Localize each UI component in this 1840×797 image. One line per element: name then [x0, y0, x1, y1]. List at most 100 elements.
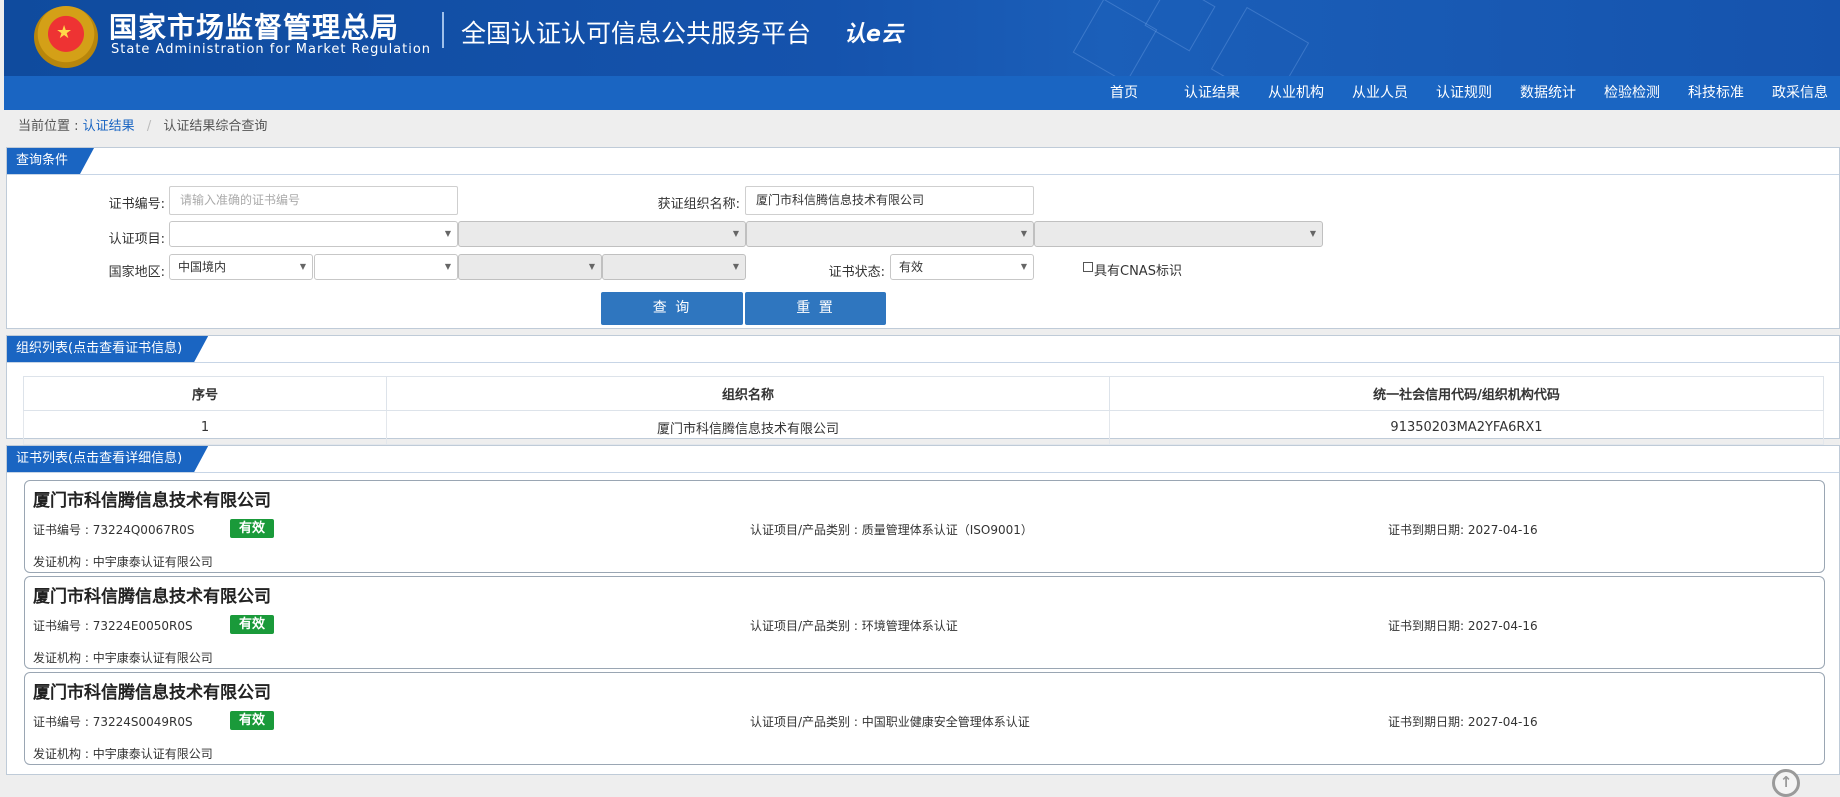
- cert-no-prefix: 证书编号 :: [33, 715, 89, 729]
- cert-no-value: 73224E0050R0S: [92, 619, 193, 633]
- nav-statistics[interactable]: 数据统计: [1506, 76, 1590, 110]
- query-button[interactable]: 查 询: [601, 292, 743, 325]
- column-header-credit-code: 统一社会信用代码/组织机构代码: [1109, 376, 1824, 411]
- nav-procurement[interactable]: 政采信息: [1758, 76, 1840, 110]
- org-name-label: 获证组织名称:: [657, 197, 740, 212]
- cert-expiry-prefix: 证书到期日期:: [1388, 715, 1465, 729]
- nav-standards[interactable]: 科技标准: [1674, 76, 1758, 110]
- arrow-up-circle-icon[interactable]: ↑: [1772, 769, 1800, 797]
- nav-home[interactable]: 首页: [1096, 76, 1170, 110]
- cert-category-value: 质量管理体系认证（ISO9001）: [861, 523, 1033, 537]
- cert-project-label: 认证项目:: [108, 232, 165, 247]
- cert-expiry-value: 2027-04-16: [1467, 523, 1538, 537]
- nav-list: 首页 认证结果 从业机构 从业人员 认证规则 数据统计 检验检测 科技标准 政采…: [1096, 76, 1840, 110]
- chevron-down-icon: ▼: [732, 262, 739, 271]
- cert-card[interactable]: 厦门市科信腾信息技术有限公司 证书编号 : 73224S0049R0S 有效 认…: [24, 672, 1825, 765]
- column-header-index: 序号: [23, 376, 387, 411]
- cert-category-prefix: 认证项目/产品类别 :: [750, 715, 858, 729]
- cert-no-input[interactable]: 请输入准确的证书编号: [169, 186, 458, 215]
- chevron-down-icon: ▼: [1020, 262, 1027, 271]
- cert-expiry-value: 2027-04-16: [1467, 715, 1538, 729]
- cnas-checkbox[interactable]: [1083, 262, 1093, 272]
- region-select-province[interactable]: ▼: [314, 254, 458, 280]
- cert-no-prefix: 证书编号 :: [33, 619, 89, 633]
- cert-issuer-value: 中宇康泰认证有限公司: [92, 747, 213, 761]
- cloud-logo: 认e云: [844, 22, 903, 47]
- status-badge: 有效: [230, 711, 274, 730]
- cert-project-select-2[interactable]: ▼: [458, 221, 746, 247]
- region-select-value: 中国境内: [178, 260, 227, 274]
- cert-status-value: 有效: [899, 260, 924, 274]
- cert-issuer: 发证机构 : 中宇康泰认证有限公司: [33, 649, 213, 666]
- platform-title: 全国认证认可信息公共服务平台: [461, 19, 812, 48]
- cert-issuer: 发证机构 : 中宇康泰认证有限公司: [33, 745, 213, 762]
- cert-category: 认证项目/产品类别 : 环境管理体系认证: [750, 617, 958, 634]
- cert-issuer-prefix: 发证机构 :: [33, 555, 89, 569]
- national-emblem-icon: ★: [34, 6, 98, 68]
- cert-card[interactable]: 厦门市科信腾信息技术有限公司 证书编号 : 73224E0050R0S 有效 认…: [24, 576, 1825, 669]
- org-name-input[interactable]: 厦门市科信腾信息技术有限公司: [745, 186, 1034, 215]
- nav-practitioners[interactable]: 从业人员: [1338, 76, 1422, 110]
- agency-name-cn: 国家市场监督管理总局: [109, 11, 400, 44]
- cert-expiry: 证书到期日期: 2027-04-16: [1388, 713, 1538, 730]
- cert-category-prefix: 认证项目/产品类别 :: [750, 619, 858, 633]
- cert-project-select-3[interactable]: ▼: [746, 221, 1034, 247]
- reset-button[interactable]: 重 置: [745, 292, 886, 325]
- cert-expiry-prefix: 证书到期日期:: [1388, 523, 1465, 537]
- cert-project-select-1[interactable]: ▼: [169, 221, 458, 247]
- org-table-header-row: 序号 组织名称 统一社会信用代码/组织机构代码: [23, 376, 1824, 411]
- query-panel-header: 查询条件: [7, 148, 1839, 175]
- column-header-org-name: 组织名称: [386, 376, 1110, 411]
- breadcrumb-link-cert-results[interactable]: 认证结果: [83, 119, 135, 134]
- breadcrumb-prefix: 当前位置 :: [18, 119, 79, 134]
- chevron-down-icon: ▼: [1309, 229, 1316, 238]
- cert-category: 认证项目/产品类别 : 中国职业健康安全管理体系认证: [750, 713, 1030, 730]
- cert-no-value: 73224Q0067R0S: [92, 523, 195, 537]
- main-nav: 首页 认证结果 从业机构 从业人员 认证规则 数据统计 检验检测 科技标准 政采…: [4, 76, 1840, 110]
- cert-category-prefix: 认证项目/产品类别 :: [750, 523, 858, 537]
- cert-no: 证书编号 : 73224E0050R0S: [33, 617, 193, 634]
- org-list-panel: 组织列表(点击查看证书信息) 序号 组织名称 统一社会信用代码/组织机构代码 1…: [6, 335, 1840, 445]
- cert-org-name: 厦门市科信腾信息技术有限公司: [33, 683, 271, 703]
- cert-expiry-value: 2027-04-16: [1467, 619, 1538, 633]
- cert-list-tab: 证书列表(点击查看详细信息): [7, 446, 208, 472]
- region-label: 国家地区:: [108, 265, 165, 280]
- breadcrumb-separator: /: [146, 119, 152, 134]
- cert-no-value: 73224S0049R0S: [92, 715, 193, 729]
- nav-cert-results[interactable]: 认证结果: [1170, 76, 1254, 110]
- cert-list-panel: 证书列表(点击查看详细信息) 厦门市科信腾信息技术有限公司 证书编号 : 732…: [6, 445, 1840, 775]
- table-row[interactable]: 1 厦门市科信腾信息技术有限公司 91350203MA2YFA6RX1: [23, 410, 1824, 445]
- cert-issuer: 发证机构 : 中宇康泰认证有限公司: [33, 553, 213, 570]
- cnas-label: 具有CNAS标识: [1094, 264, 1182, 279]
- cert-no-prefix: 证书编号 :: [33, 523, 89, 537]
- cert-org-name: 厦门市科信腾信息技术有限公司: [33, 587, 271, 607]
- cert-status-select[interactable]: 有效 ▼: [890, 254, 1034, 280]
- cert-issuer-prefix: 发证机构 :: [33, 651, 89, 665]
- agency-name-en: State Administration for Market Regulati…: [111, 42, 432, 57]
- org-list-tab: 组织列表(点击查看证书信息): [7, 336, 208, 362]
- nav-cert-rules[interactable]: 认证规则: [1422, 76, 1506, 110]
- query-panel: 查询条件 证书编号: 请输入准确的证书编号 获证组织名称: 厦门市科信腾信息技术…: [6, 147, 1840, 329]
- nav-institutions[interactable]: 从业机构: [1254, 76, 1338, 110]
- cert-list-header: 证书列表(点击查看详细信息): [7, 446, 1839, 473]
- chevron-down-icon: ▼: [299, 262, 306, 271]
- chevron-down-icon: ▼: [444, 262, 451, 271]
- cert-issuer-value: 中宇康泰认证有限公司: [92, 651, 213, 665]
- region-select-country[interactable]: 中国境内 ▼: [169, 254, 313, 280]
- chevron-down-icon: ▼: [1020, 229, 1027, 238]
- cert-no: 证书编号 : 73224Q0067R0S: [33, 521, 194, 538]
- chevron-down-icon: ▼: [444, 229, 451, 238]
- nav-inspection[interactable]: 检验检测: [1590, 76, 1674, 110]
- cert-no: 证书编号 : 73224S0049R0S: [33, 713, 193, 730]
- breadcrumb: 当前位置 : 认证结果 / 认证结果综合查询: [18, 115, 267, 134]
- chevron-down-icon: ▼: [732, 229, 739, 238]
- cert-issuer-prefix: 发证机构 :: [33, 747, 89, 761]
- org-table: 序号 组织名称 统一社会信用代码/组织机构代码 1 厦门市科信腾信息技术有限公司…: [23, 376, 1824, 445]
- row-org-name[interactable]: 厦门市科信腾信息技术有限公司: [386, 410, 1110, 445]
- cert-card[interactable]: 厦门市科信腾信息技术有限公司 证书编号 : 73224Q0067R0S 有效 认…: [24, 480, 1825, 573]
- cert-project-select-4[interactable]: ▼: [1034, 221, 1323, 247]
- region-select-city[interactable]: ▼: [458, 254, 602, 280]
- status-badge: 有效: [230, 615, 274, 634]
- region-select-district[interactable]: ▼: [602, 254, 746, 280]
- query-panel-tab: 查询条件: [7, 148, 94, 174]
